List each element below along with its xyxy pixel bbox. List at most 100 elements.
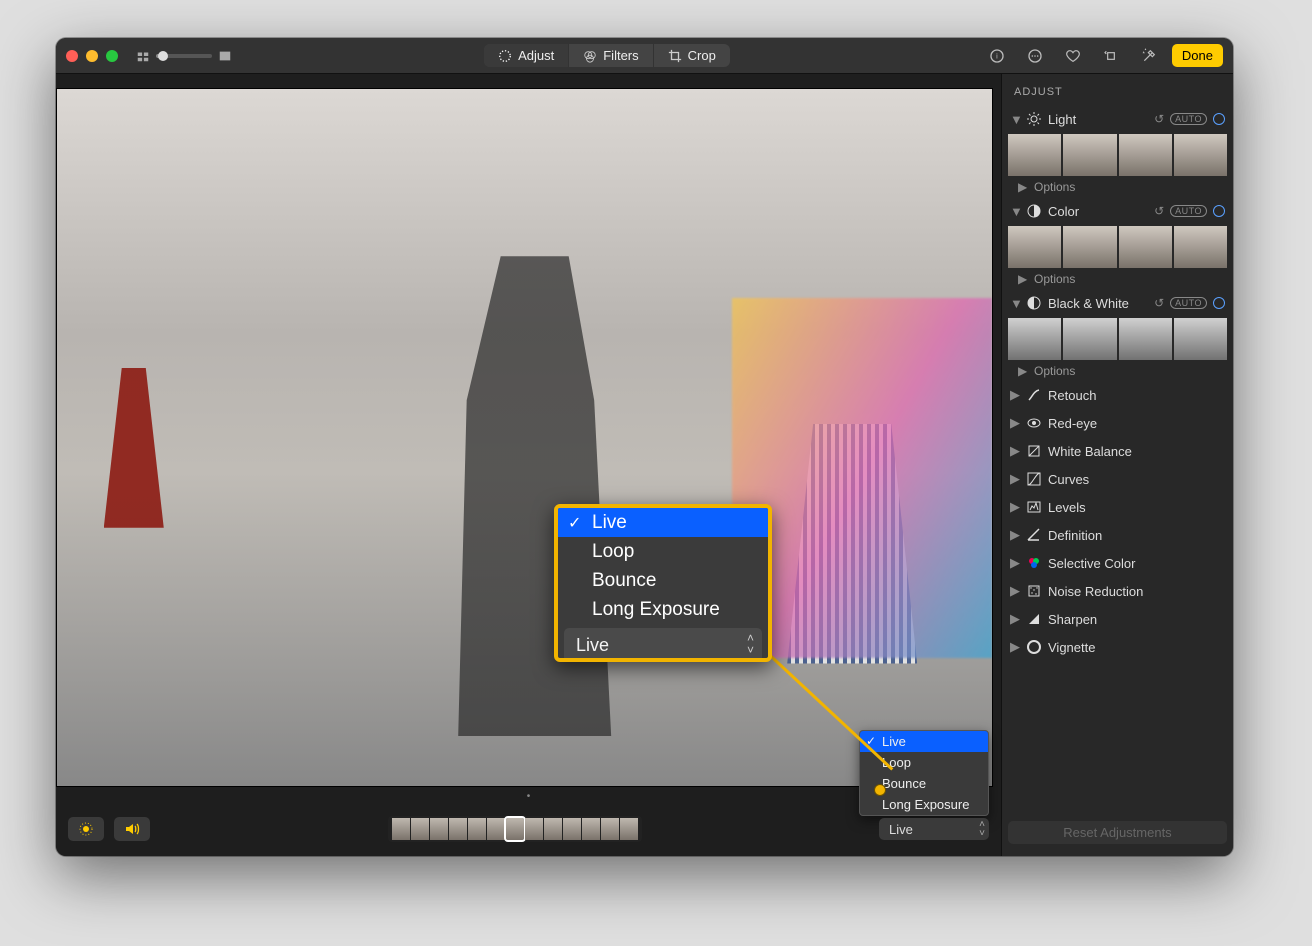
light-thumb-strip[interactable] [1008,134,1227,176]
done-button[interactable]: Done [1172,44,1223,67]
options-toggle-color[interactable]: ▶ Options [1008,270,1227,286]
panel-header-levels[interactable]: ▶ Levels [1008,496,1227,518]
key-frame[interactable] [506,818,524,840]
panel-bw: ▼ Black & White ↺ AUTO ▶ Options [1008,292,1227,378]
whitebalance-icon [1026,443,1042,459]
live-photo-toggle[interactable] [68,817,104,841]
adjust-tab[interactable]: Adjust [484,44,569,67]
auto-enhance-button[interactable] [1134,44,1164,68]
panel-light: ▼ Light ↺ AUTO ▶ Options [1008,108,1227,194]
bottom-bar: Live Loop Bounce Long Exposure Live ˄˅ [56,802,1001,856]
chevron-right-icon: ▶ [1018,364,1028,378]
chevron-down-icon: ▼ [1010,112,1020,127]
app-window: Adjust Filters Crop i Done [56,38,1233,856]
info-button[interactable]: i [982,44,1012,68]
zoom-slider[interactable] [156,54,212,58]
adjust-tab-label: Adjust [518,48,554,63]
panel-header-curves[interactable]: ▶ Curves [1008,468,1227,490]
enable-toggle-bw[interactable] [1213,297,1225,309]
callout-connector-dot [874,784,886,796]
chevron-right-icon: ▶ [1010,639,1020,655]
chevron-right-icon: ▶ [1010,611,1020,627]
redeye-icon [1026,415,1042,431]
chevron-down-icon: ▼ [1010,204,1020,219]
panel-header-selectivecolor[interactable]: ▶ Selective Color [1008,552,1227,574]
panel-color: ▼ Color ↺ AUTO ▶ Options [1008,200,1227,286]
live-photo-filmstrip[interactable] [388,816,642,842]
panel-header-light[interactable]: ▼ Light ↺ AUTO [1008,108,1227,130]
panel-header-redeye[interactable]: ▶ Red-eye [1008,412,1227,434]
panel-header-sharpen[interactable]: ▶ Sharpen [1008,608,1227,630]
chevron-down-icon: ▼ [1010,296,1020,311]
callout-select[interactable]: Live ˄˅ [564,628,762,662]
auto-button-light[interactable]: AUTO [1170,113,1207,125]
panel-title-bw: Black & White [1048,296,1148,311]
chevron-right-icon: ▶ [1010,415,1020,431]
panel-header-vignette[interactable]: ▶ Vignette [1008,636,1227,658]
edit-mode-segmented-control: Adjust Filters Crop [484,44,730,67]
panel-header-retouch[interactable]: ▶ Retouch [1008,384,1227,406]
live-effect-select[interactable]: Live ˄˅ [879,818,989,840]
panel-header-whitebalance[interactable]: ▶ White Balance [1008,440,1227,462]
filters-tab-label: Filters [603,48,638,63]
reset-adjustments-button[interactable]: Reset Adjustments [1008,821,1227,844]
audio-toggle[interactable] [114,817,150,841]
noisereduction-icon [1026,583,1042,599]
callout-item-bounce[interactable]: Bounce [558,566,768,595]
curves-icon [1026,471,1042,487]
live-effect-popup-container: Live Loop Bounce Long Exposure Live ˄˅ [879,818,989,840]
chevron-right-icon: ▶ [1010,387,1020,403]
panel-title-color: Color [1048,204,1148,219]
color-thumb-strip[interactable] [1008,226,1227,268]
panel-header-noisereduction[interactable]: ▶ Noise Reduction [1008,580,1227,602]
vignette-icon [1026,639,1042,655]
chevron-right-icon: ▶ [1010,499,1020,515]
options-toggle-light[interactable]: ▶ Options [1008,178,1227,194]
crop-tab-label: Crop [688,48,716,63]
auto-button-bw[interactable]: AUTO [1170,297,1207,309]
photo-canvas[interactable] [56,88,993,787]
color-icon [1026,203,1042,219]
callout-zoom-popup: Live Loop Bounce Long Exposure Live ˄˅ [554,504,772,662]
speaker-icon [124,821,140,837]
undo-icon[interactable]: ↺ [1154,204,1164,218]
svg-text:i: i [996,51,998,60]
bw-thumb-strip[interactable] [1008,318,1227,360]
callout-item-long-exposure[interactable]: Long Exposure [558,595,768,624]
auto-button-color[interactable]: AUTO [1170,205,1207,217]
definition-icon [1026,527,1042,543]
chevron-right-icon: ▶ [1010,471,1020,487]
enable-toggle-light[interactable] [1213,113,1225,125]
chevron-right-icon: ▶ [1010,555,1020,571]
more-button[interactable] [1020,44,1050,68]
crop-tab[interactable]: Crop [654,44,730,67]
favorite-button[interactable] [1058,44,1088,68]
window-close-button[interactable] [66,50,78,62]
callout-dropdown: Live Loop Bounce Long Exposure [558,508,768,624]
crop-icon [668,49,682,63]
callout-select-value: Live [576,635,609,656]
window-minimize-button[interactable] [86,50,98,62]
panel-header-color[interactable]: ▼ Color ↺ AUTO [1008,200,1227,222]
callout-item-live[interactable]: Live [558,508,768,537]
zoom-in-single-icon [218,49,232,63]
window-zoom-button[interactable] [106,50,118,62]
filters-icon [583,49,597,63]
dropdown-item-live[interactable]: Live [860,731,988,752]
filters-tab[interactable]: Filters [569,44,653,67]
enable-toggle-color[interactable] [1213,205,1225,217]
undo-icon[interactable]: ↺ [1154,112,1164,126]
live-effect-dropdown: Live Loop Bounce Long Exposure [859,730,989,816]
undo-icon[interactable]: ↺ [1154,296,1164,310]
panel-header-definition[interactable]: ▶ Definition [1008,524,1227,546]
callout-item-loop[interactable]: Loop [558,537,768,566]
rotate-button[interactable] [1096,44,1126,68]
chevron-right-icon: ▶ [1010,443,1020,459]
light-icon [1026,111,1042,127]
zoom-slider-group [136,49,232,63]
panel-header-bw[interactable]: ▼ Black & White ↺ AUTO [1008,292,1227,314]
options-toggle-bw[interactable]: ▶ Options [1008,362,1227,378]
sidebar-title: ADJUST [1014,86,1221,98]
dropdown-item-long-exposure[interactable]: Long Exposure [860,794,988,815]
live-effect-value: Live [889,822,913,837]
